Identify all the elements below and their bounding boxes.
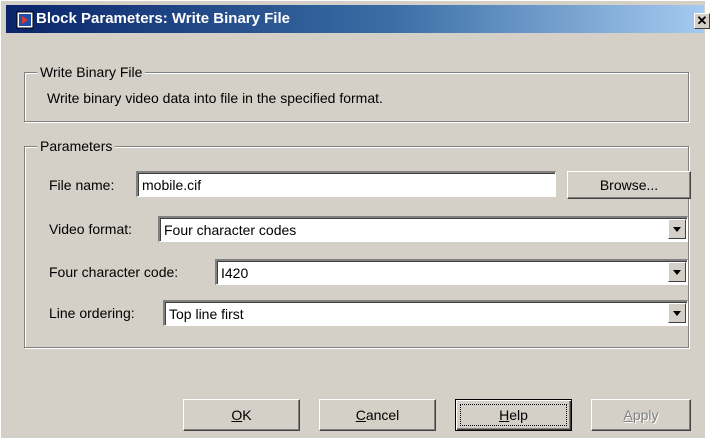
- ok-button-label: OK: [231, 407, 252, 423]
- cancel-button-label: Cancel: [355, 407, 400, 423]
- chevron-down-icon: [673, 311, 681, 316]
- description-group: Write Binary File Write binary video dat…: [24, 64, 689, 122]
- window-title: Block Parameters: Write Binary File: [36, 10, 290, 27]
- focus-indicator: [460, 404, 567, 426]
- four-cc-value: I420: [221, 265, 249, 281]
- chevron-down-icon: [673, 227, 681, 232]
- browse-button-label: Browse...: [599, 177, 659, 193]
- video-format-label: Video format:: [49, 221, 133, 237]
- browse-button[interactable]: Browse...: [567, 171, 691, 199]
- block-description: Write binary video data into file in the…: [47, 90, 383, 106]
- file-name-input[interactable]: mobile.cif: [136, 171, 556, 197]
- help-button[interactable]: Help: [455, 399, 572, 431]
- ok-button[interactable]: OK: [183, 399, 300, 431]
- line-ordering-select[interactable]: Top line first: [163, 300, 688, 326]
- four-cc-label: Four character code:: [49, 264, 179, 280]
- apply-button-label: Apply: [623, 407, 659, 423]
- cancel-button[interactable]: Cancel: [319, 399, 436, 431]
- line-ordering-value: Top line first: [169, 306, 244, 322]
- simulink-block-icon: [16, 11, 34, 29]
- close-icon: ✕: [696, 13, 708, 28]
- line-ordering-label: Line ordering:: [49, 305, 135, 321]
- file-name-value: mobile.cif: [142, 177, 202, 193]
- parameters-group-legend: Parameters: [37, 138, 116, 154]
- four-cc-select[interactable]: I420: [215, 259, 688, 285]
- video-format-select[interactable]: Four character codes: [158, 216, 688, 242]
- chevron-down-icon: [673, 270, 681, 275]
- video-format-value: Four character codes: [164, 222, 297, 238]
- line-ordering-dropdown-button[interactable]: [668, 303, 686, 323]
- video-format-dropdown-button[interactable]: [668, 219, 686, 239]
- four-cc-dropdown-button[interactable]: [668, 262, 686, 282]
- dialog-window: Block Parameters: Write Binary File ✕ Wr…: [0, 0, 710, 438]
- apply-button[interactable]: Apply: [591, 399, 691, 431]
- file-name-label: File name:: [49, 177, 115, 193]
- description-group-legend: Write Binary File: [37, 64, 146, 80]
- title-bar[interactable]: Block Parameters: Write Binary File ✕: [6, 5, 710, 33]
- close-button[interactable]: ✕: [694, 13, 710, 29]
